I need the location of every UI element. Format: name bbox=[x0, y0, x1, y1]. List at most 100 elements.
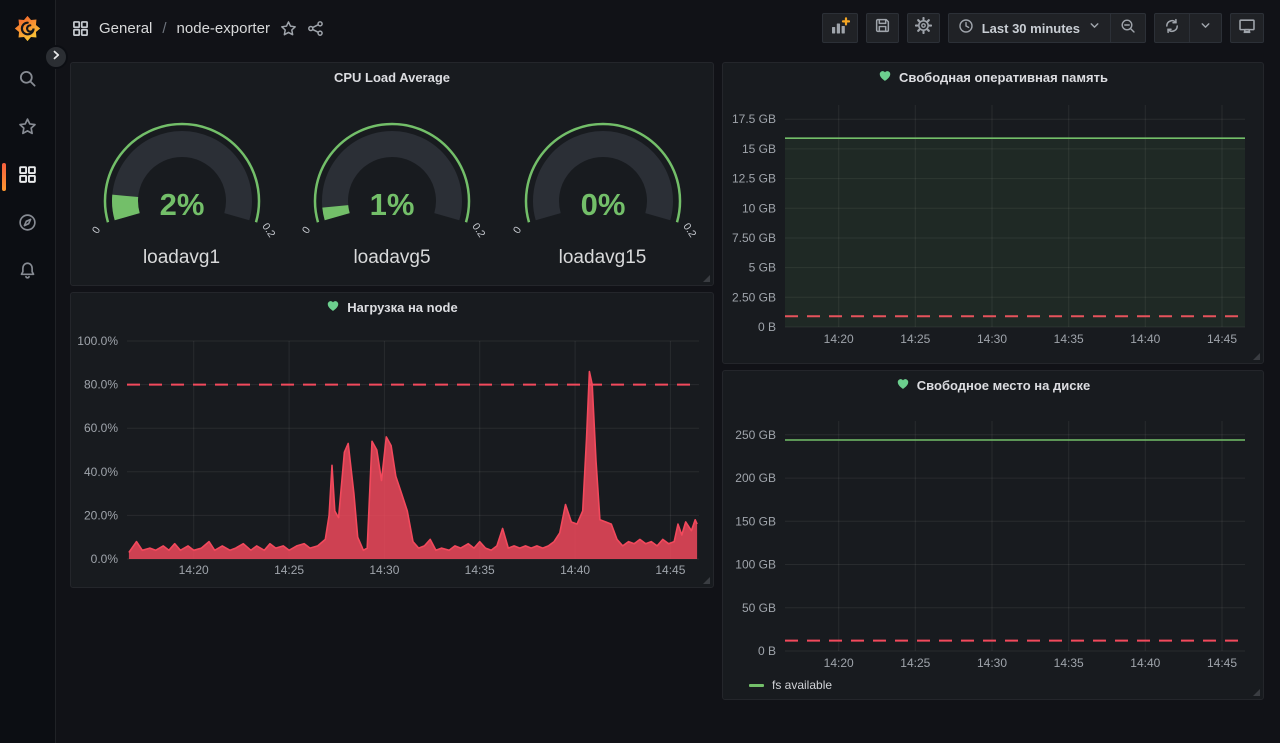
gauge-value-text: 0% bbox=[580, 187, 625, 222]
sidebar-item-dashboards[interactable] bbox=[0, 153, 55, 201]
gauge-max-label: 0.2 bbox=[259, 221, 277, 240]
panel-title-text: Свободная оперативная память bbox=[899, 70, 1108, 85]
y-tick-label: 0 B bbox=[758, 644, 776, 658]
node-load-chart[interactable]: 0.0%20.0%40.0%60.0%80.0%100.0%14:2014:25… bbox=[71, 321, 713, 587]
gear-icon bbox=[915, 17, 932, 39]
save-icon bbox=[874, 17, 891, 39]
zoom-out-icon bbox=[1120, 18, 1136, 39]
gauge-loadavg5[interactable]: 1%00.2loadavg5 bbox=[292, 105, 492, 269]
legend-item-fs-available[interactable]: fs available bbox=[749, 678, 832, 692]
y-tick-label: 15 GB bbox=[742, 142, 776, 156]
y-tick-label: 60.0% bbox=[84, 421, 118, 435]
dashboard-toolbar: Last 30 minutes bbox=[822, 13, 1264, 43]
refresh-dashboard-button[interactable] bbox=[1155, 14, 1189, 42]
panel-resize-handle[interactable] bbox=[703, 577, 710, 584]
gauge-max-label: 0.2 bbox=[680, 221, 698, 240]
refresh-interval-dropdown[interactable] bbox=[1189, 14, 1221, 42]
x-tick-label: 14:35 bbox=[465, 563, 495, 577]
x-tick-label: 14:25 bbox=[900, 332, 930, 346]
x-tick-label: 14:25 bbox=[274, 563, 304, 577]
x-tick-label: 14:25 bbox=[900, 656, 930, 670]
y-tick-label: 250 GB bbox=[735, 428, 776, 442]
x-tick-label: 14:30 bbox=[977, 332, 1007, 346]
sidebar bbox=[0, 0, 56, 743]
panel-free-memory: Свободная оперативная память 0 B2.50 GB5… bbox=[722, 62, 1264, 364]
panel-title[interactable]: Свободная оперативная память bbox=[723, 63, 1263, 91]
add-panel-icon bbox=[830, 16, 850, 41]
x-tick-label: 14:30 bbox=[369, 563, 399, 577]
panel-resize-handle[interactable] bbox=[1253, 353, 1260, 360]
kiosk-mode-button[interactable] bbox=[1230, 13, 1264, 43]
alert-ok-heart-icon bbox=[878, 69, 892, 86]
gauge-series-label: loadavg5 bbox=[353, 247, 430, 269]
breadcrumb-separator: / bbox=[162, 20, 166, 37]
sidebar-item-starred[interactable] bbox=[0, 105, 55, 153]
compass-icon bbox=[18, 213, 37, 237]
y-tick-label: 80.0% bbox=[84, 378, 118, 392]
dashboard-settings-button[interactable] bbox=[907, 13, 940, 43]
x-tick-label: 14:40 bbox=[1130, 656, 1160, 670]
x-tick-label: 14:40 bbox=[560, 563, 590, 577]
panel-title[interactable]: Нагрузка на node bbox=[71, 293, 713, 321]
y-tick-label: 10 GB bbox=[742, 201, 776, 215]
x-tick-label: 14:35 bbox=[1054, 656, 1084, 670]
x-tick-label: 14:45 bbox=[1207, 332, 1237, 346]
panel-resize-handle[interactable] bbox=[703, 275, 710, 282]
gauge-min-label: 0 bbox=[510, 224, 523, 236]
time-range-picker[interactable]: Last 30 minutes bbox=[949, 14, 1110, 42]
gauge-loadavg1[interactable]: 2%00.2loadavg1 bbox=[82, 105, 282, 269]
free-disk-chart[interactable]: 0 B50 GB100 GB150 GB200 GB250 GB14:2014:… bbox=[723, 399, 1263, 673]
series-line bbox=[129, 372, 697, 553]
sidebar-item-alerting[interactable] bbox=[0, 249, 55, 297]
y-tick-label: 7.50 GB bbox=[732, 231, 776, 245]
y-tick-label: 12.5 GB bbox=[732, 172, 776, 186]
search-icon bbox=[18, 69, 37, 93]
free-memory-chart[interactable]: 0 B2.50 GB5 GB7.50 GB10 GB12.5 GB15 GB17… bbox=[723, 91, 1263, 363]
y-tick-label: 150 GB bbox=[735, 514, 776, 528]
dashboards-grid-icon bbox=[18, 165, 37, 189]
y-tick-label: 20.0% bbox=[84, 508, 118, 522]
series-area bbox=[785, 138, 1245, 327]
y-tick-label: 17.5 GB bbox=[732, 112, 776, 126]
legend-label: fs available bbox=[772, 678, 832, 692]
panel-free-disk: Свободное место на диске 0 B50 GB100 GB1… bbox=[722, 370, 1264, 700]
panel-cpu-load-average: CPU Load Average 2%00.2loadavg1 1% 0 0.2 loa… bbox=[70, 62, 714, 286]
save-dashboard-button[interactable] bbox=[866, 13, 899, 43]
sidebar-expand-button[interactable] bbox=[44, 45, 68, 69]
monitor-icon bbox=[1238, 17, 1256, 40]
time-picker-group: Last 30 minutes bbox=[948, 13, 1146, 43]
panel-title[interactable]: CPU Load Average bbox=[71, 63, 713, 91]
add-panel-button[interactable] bbox=[822, 13, 858, 43]
gauge-min-label: 0 bbox=[300, 224, 313, 236]
panel-title[interactable]: Свободное место на диске bbox=[723, 371, 1263, 399]
y-tick-label: 200 GB bbox=[735, 471, 776, 485]
panel-resize-handle[interactable] bbox=[1253, 689, 1260, 696]
share-dashboard-button[interactable] bbox=[307, 20, 324, 37]
bell-icon bbox=[18, 261, 37, 285]
refresh-icon bbox=[1164, 18, 1180, 39]
y-tick-label: 5 GB bbox=[749, 261, 776, 275]
star-icon bbox=[18, 117, 37, 141]
y-tick-label: 2.50 GB bbox=[732, 290, 776, 304]
breadcrumb: General / node-exporter bbox=[72, 20, 324, 37]
clock-icon bbox=[958, 18, 974, 39]
x-tick-label: 14:40 bbox=[1130, 332, 1160, 346]
legend-swatch bbox=[749, 684, 764, 687]
series-area bbox=[129, 372, 697, 560]
sidebar-item-explore[interactable] bbox=[0, 201, 55, 249]
zoom-out-time-button[interactable] bbox=[1110, 14, 1145, 42]
gauge-value-arc bbox=[335, 206, 337, 216]
gauge-loadavg15[interactable]: 0%00.2loadavg15 bbox=[503, 105, 703, 269]
y-tick-label: 40.0% bbox=[84, 465, 118, 479]
star-dashboard-button[interactable] bbox=[280, 20, 297, 37]
refresh-group bbox=[1154, 13, 1222, 43]
breadcrumb-section[interactable]: General bbox=[99, 20, 152, 37]
gauge-row: 2%00.2loadavg11%00.2loadavg50%00.2loadav… bbox=[71, 91, 713, 269]
gauge-value-text: 1% bbox=[370, 187, 415, 222]
alert-ok-heart-icon bbox=[896, 377, 910, 394]
alert-ok-heart-icon bbox=[326, 299, 340, 316]
breadcrumb-page-title[interactable]: node-exporter bbox=[177, 20, 270, 37]
time-range-label: Last 30 minutes bbox=[982, 21, 1080, 36]
gauge-arc: 1%00.2 bbox=[292, 105, 492, 245]
apps-grid-icon bbox=[72, 20, 89, 37]
